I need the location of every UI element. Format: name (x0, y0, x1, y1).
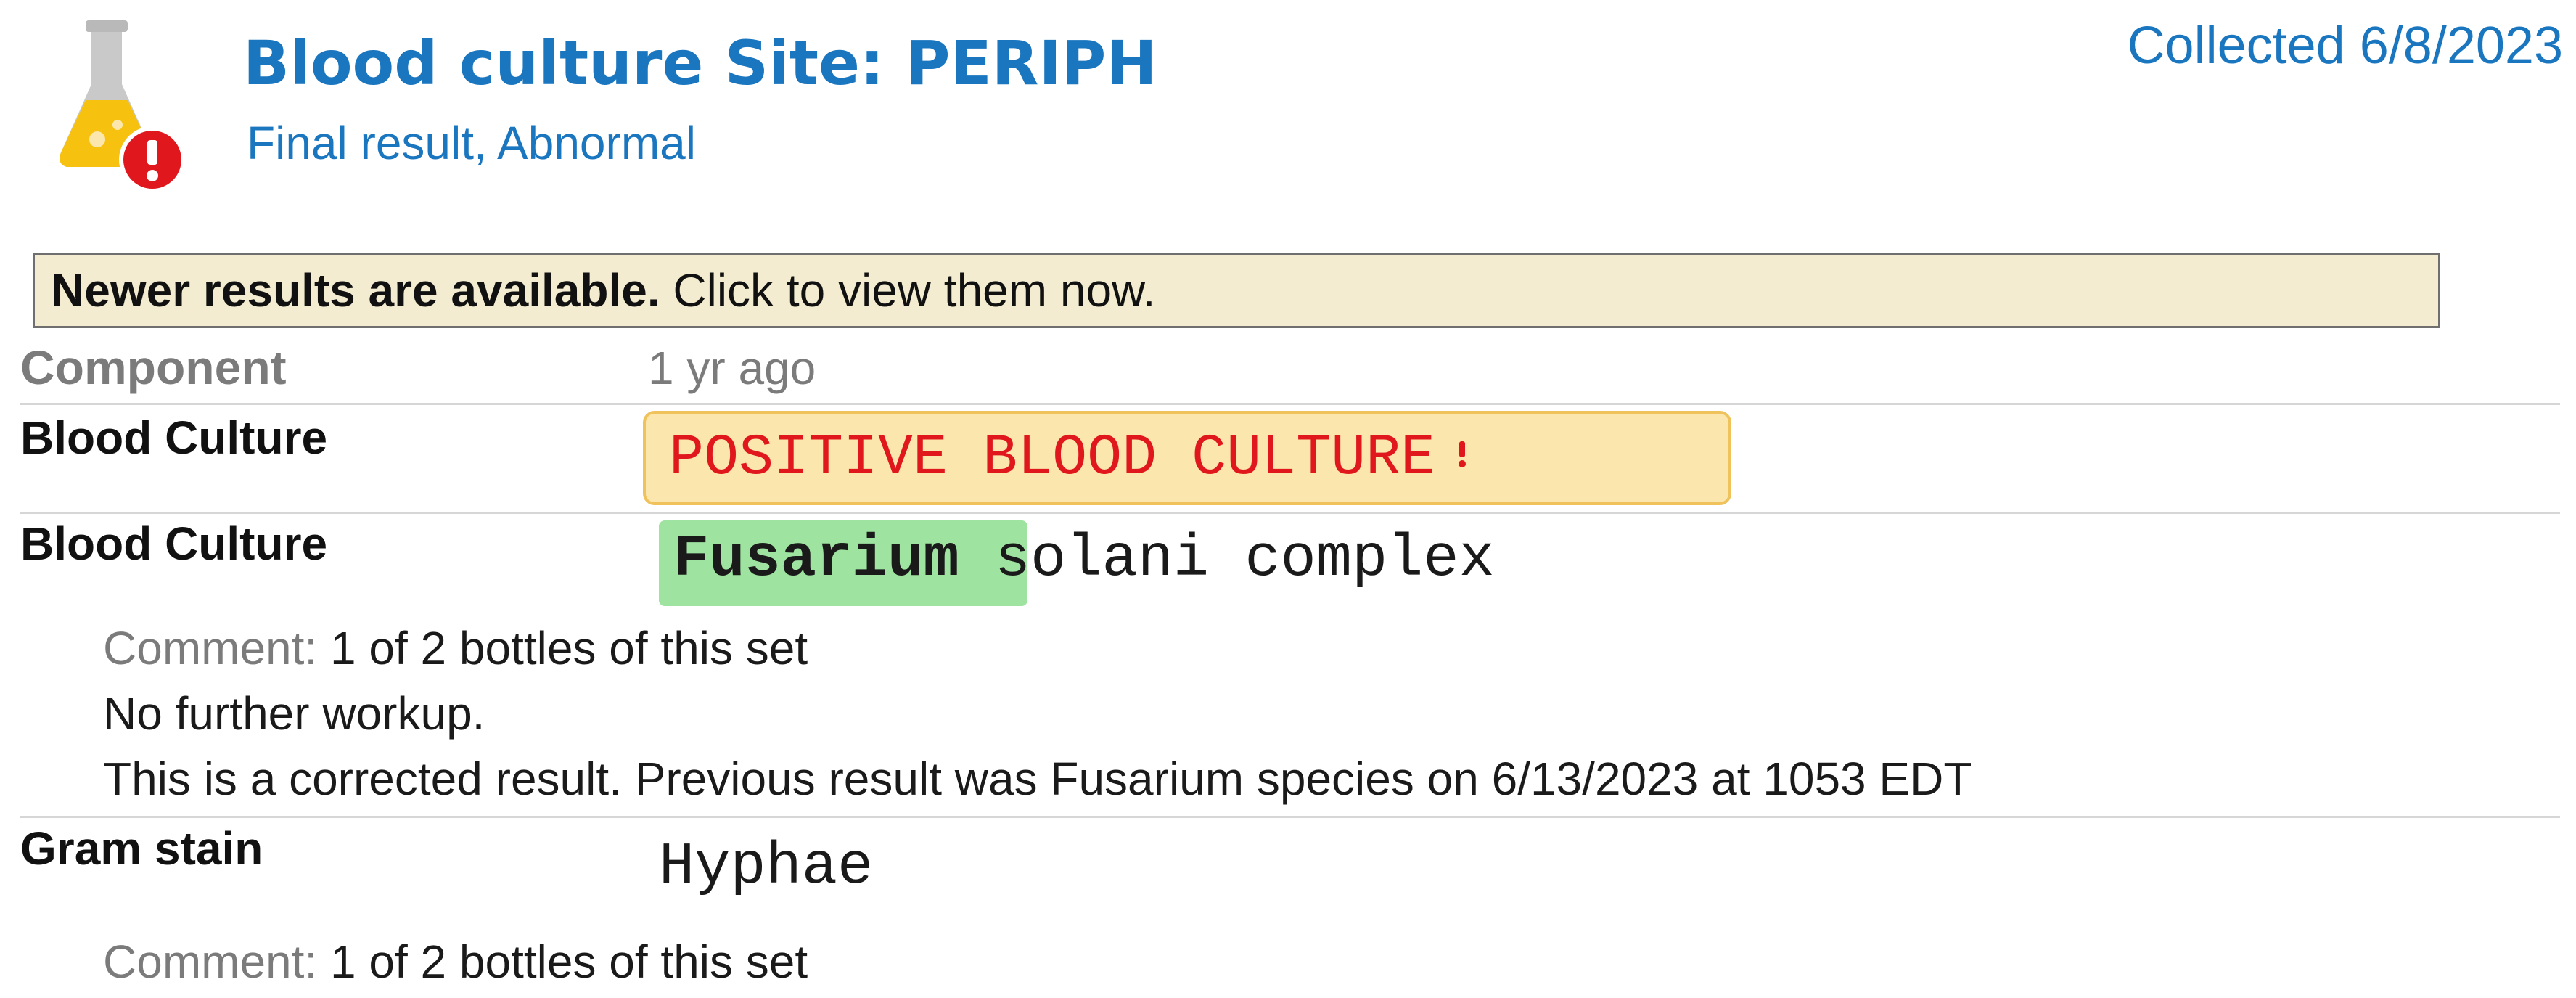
row-divider (20, 816, 2560, 818)
comment-line: This is a corrected result. Previous res… (103, 753, 1972, 805)
newer-results-banner[interactable]: Newer results are available. Click to vi… (33, 253, 2440, 328)
result-title: Blood culture Site: PERIPH (243, 28, 1157, 99)
column-header-component: Component (20, 340, 287, 394)
comment-label: Comment: (103, 622, 318, 674)
abnormal-result-box: POSITIVE BLOOD CULTURE (643, 411, 1731, 505)
comment-text: 1 of 2 bottles of this set (317, 936, 808, 988)
column-header-date: 1 yr ago (648, 342, 816, 394)
row-divider (20, 512, 2560, 514)
comment-text: 1 of 2 bottles of this set (317, 622, 808, 674)
comment-line: No further workup. (103, 687, 485, 740)
organism-species: solani complex (959, 525, 1495, 593)
component-name: Blood Culture (20, 518, 328, 570)
result-value: POSITIVE BLOOD CULTURE (669, 425, 1467, 491)
abnormal-flag-icon (1459, 441, 1467, 467)
component-name: Blood Culture (20, 412, 328, 464)
comment-label: Comment: (103, 936, 318, 988)
result-status: Final result, Abnormal (247, 117, 696, 169)
flask-alert-icon (60, 20, 186, 193)
gram-stain-result: Hyphae (659, 833, 874, 901)
organism-genus: Fusarium (673, 525, 959, 593)
component-name: Gram stain (20, 822, 263, 875)
lab-result-page: Blood culture Site: PERIPH Final result,… (0, 0, 2576, 998)
collected-date: Collected 6/8/2023 (2127, 17, 2563, 75)
comment-line: Comment: 1 of 2 bottles of this set (103, 935, 808, 989)
organism-result: Fusarium solani complex (673, 525, 1495, 593)
result-value-text: POSITIVE BLOOD CULTURE (669, 425, 1436, 491)
comment-line: Comment: 1 of 2 bottles of this set (103, 621, 808, 675)
row-divider (20, 403, 2560, 405)
banner-bold-text: Newer results are available. (51, 264, 660, 316)
banner-action-text: Click to view them now. (660, 264, 1156, 316)
